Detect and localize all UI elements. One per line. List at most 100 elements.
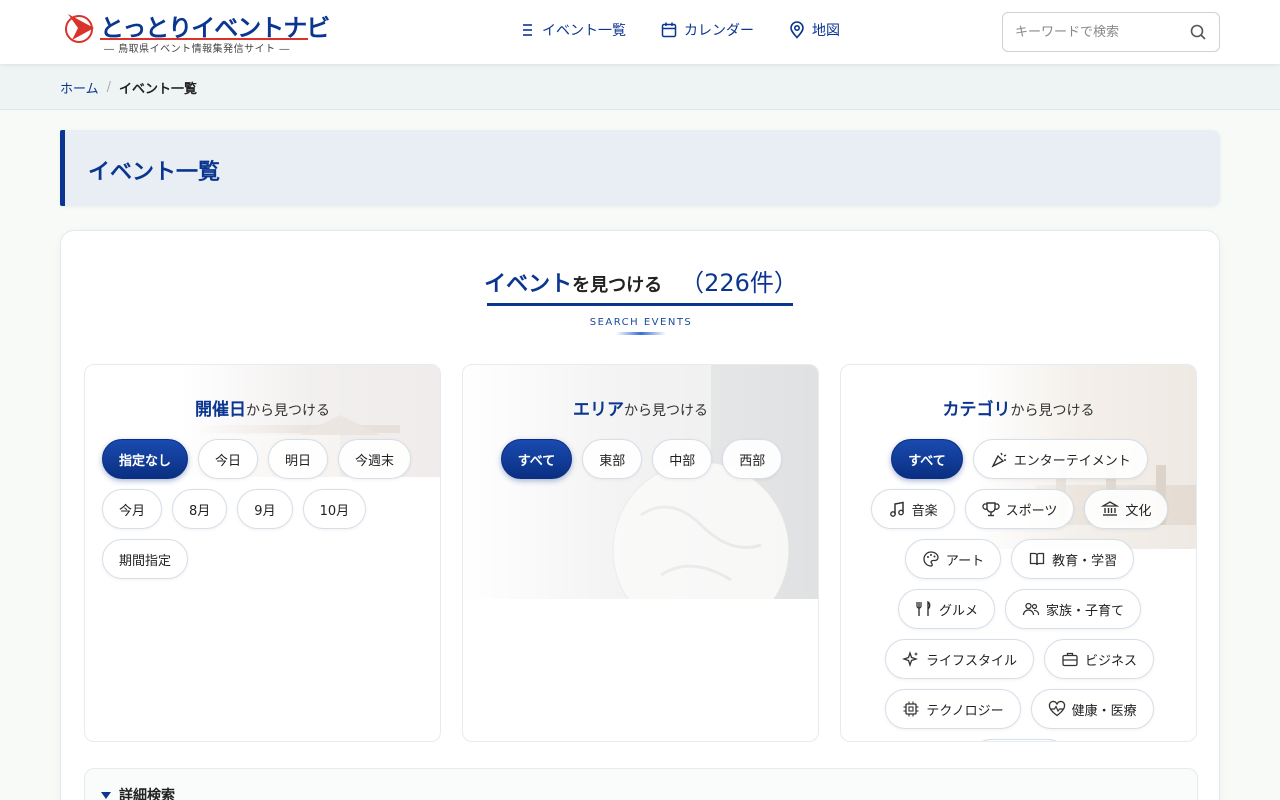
area-chip-label: すべて [517, 453, 556, 469]
book-icon [1029, 552, 1045, 566]
category-chip[interactable]: 教育・学習 [1011, 539, 1135, 579]
date-chip[interactable]: 指定なし [102, 439, 189, 479]
area-chip-label: 西部 [739, 453, 766, 469]
detail-search-label: 詳細検索 [119, 788, 175, 800]
date-chip[interactable]: 今日 [198, 439, 259, 479]
page-title-box: イベント一覧 [60, 130, 1220, 206]
category-chip-label: ビジネス [1085, 653, 1138, 669]
date-chip-label: 今週末 [355, 453, 395, 469]
category-chip[interactable]: エンターテイメント [972, 439, 1148, 479]
date-chip[interactable]: 今週末 [338, 439, 412, 479]
area-chip-label: 東部 [599, 453, 626, 469]
category-chip-label: アート [945, 553, 985, 569]
category-panel-title: カテゴリから見つける [841, 395, 1196, 420]
area-chip[interactable]: 西部 [722, 439, 783, 479]
family-icon [1022, 602, 1040, 616]
nav-map[interactable]: 地図 [788, 20, 840, 40]
party-popper-icon [991, 452, 1007, 468]
category-chip[interactable]: すべて [891, 439, 963, 479]
category-chip[interactable]: ライフスタイル [884, 639, 1034, 679]
date-chip-label: 明日 [285, 453, 312, 469]
date-chip[interactable]: 今月 [102, 489, 163, 529]
page-title: イベント一覧 [88, 160, 221, 185]
category-chip[interactable]: 音楽 [870, 489, 955, 529]
utensils-icon [916, 600, 931, 616]
map-pin-icon [790, 21, 804, 39]
date-chip-label: 8月 [189, 503, 211, 519]
category-panel-title-rest: から見つける [1010, 403, 1095, 419]
breadcrumb-bar: ホーム / イベント一覧 [0, 64, 1280, 110]
area-panel-title: エリアから見つける [463, 395, 818, 420]
finder-subtitle-accent [616, 332, 666, 335]
date-chip[interactable]: 期間指定 [102, 539, 189, 579]
date-chip-label: 9月 [254, 503, 276, 519]
museum-icon [1101, 501, 1120, 516]
category-chip[interactable]: テクノロジー [885, 689, 1021, 729]
date-chip[interactable]: 8月 [172, 489, 228, 529]
area-chip[interactable]: 東部 [582, 439, 643, 479]
finder-subtitle: SEARCH EVENTS [589, 317, 693, 328]
date-chip-label: 今日 [215, 453, 242, 469]
category-chip-group: すべて エンターテイメント音楽 スポーツ 文化アート 教育・学習グルメ 家族・子育てライフ… [858, 439, 1181, 741]
site-header: とっとりイベントナビ ― 鳥取県イベント情報集発信サイト ― イベント一覧 カレ… [0, 0, 1280, 64]
nav-calendar-label: カレンダー [684, 23, 754, 39]
briefcase-icon [1062, 652, 1078, 667]
category-chip[interactable]: 文化 [1084, 489, 1169, 529]
category-chip-label: 家族・子育て [1046, 603, 1125, 619]
event-count: （226件） [680, 269, 798, 297]
category-chip-label: テクノロジー [926, 703, 1004, 719]
caret-down-icon [101, 791, 111, 799]
nav-event-list[interactable]: イベント一覧 [518, 20, 626, 40]
area-chip-label: 中部 [669, 453, 696, 469]
finder-title-underline [487, 303, 793, 306]
category-panel-title-highlight: カテゴリ [942, 400, 1011, 420]
area-chip[interactable]: すべて [500, 439, 573, 479]
date-chip-label: 10月 [319, 503, 350, 519]
date-chip[interactable]: 明日 [268, 439, 329, 479]
category-chip[interactable]: 健康・医療 [1030, 689, 1154, 729]
heart-pulse-icon [1048, 700, 1065, 717]
detail-search-toggle[interactable]: 詳細検索 [101, 785, 175, 800]
main-nav: イベント一覧 カレンダー 地図 [518, 20, 840, 40]
area-chip-group: すべて 東部 中部 西部 [480, 439, 803, 479]
header-search [1002, 12, 1220, 52]
category-chip[interactable]: スポーツ [964, 489, 1075, 529]
calendar-icon [661, 22, 677, 38]
event-finder-card: イベントを見つける （226件） SEARCH EVENTS 開催日から見つける … [60, 230, 1220, 800]
category-chip-label: 文化 [1125, 503, 1152, 519]
breadcrumb-separator: / [106, 80, 112, 95]
detail-search-bar: 詳細検索 [84, 768, 1198, 800]
date-panel-title-highlight: 開催日 [195, 400, 246, 420]
date-chip-group: 指定なし 今日 明日 今週末今月 8月 9月 10月期間指定 [102, 439, 425, 579]
category-chip-label: 音楽 [911, 503, 938, 519]
category-chip[interactable]: 家族・子育て [1005, 589, 1142, 629]
chip-icon [903, 701, 919, 717]
breadcrumb: ホーム / イベント一覧 [60, 78, 197, 97]
nav-calendar[interactable]: カレンダー [660, 20, 754, 40]
palette-icon [923, 551, 939, 567]
category-chip-label: ライフスタイル [925, 653, 1017, 669]
nav-event-list-label: イベント一覧 [542, 23, 626, 39]
area-chip[interactable]: 中部 [652, 439, 713, 479]
area-filter-panel: エリアから見つける すべて 東部 中部 西部 [462, 364, 819, 742]
date-chip[interactable]: 10月 [302, 489, 367, 529]
site-logo[interactable]: とっとりイベントナビ ― 鳥取県イベント情報集発信サイト ― [64, 8, 330, 56]
search-icon[interactable] [1189, 23, 1207, 41]
trophy-icon [981, 502, 1000, 517]
category-chip[interactable]: アート [904, 539, 1002, 579]
category-chip[interactable]: その他 [970, 739, 1068, 741]
category-chip[interactable]: ビジネス [1044, 639, 1155, 679]
category-chip[interactable]: グルメ [897, 589, 995, 629]
category-chip-label: エンターテイメント [1013, 453, 1131, 469]
finder-title-rest: を見つける [572, 275, 663, 296]
date-chip[interactable]: 9月 [237, 489, 293, 529]
date-panel-title-rest: から見つける [246, 403, 330, 419]
category-chip-label: 健康・医療 [1071, 703, 1137, 719]
search-input[interactable] [1015, 22, 1175, 42]
logo-subtitle: ― 鳥取県イベント情報集発信サイト ― [104, 44, 290, 55]
breadcrumb-home[interactable]: ホーム [60, 78, 99, 97]
date-chip-label: 指定なし [119, 453, 172, 469]
category-chip-label: グルメ [938, 603, 978, 619]
date-filter-panel: 開催日から見つける 指定なし 今日 明日 今週末今月 8月 9月 10月期間指定 [84, 364, 441, 742]
area-panel-title-highlight: エリア [573, 400, 624, 420]
